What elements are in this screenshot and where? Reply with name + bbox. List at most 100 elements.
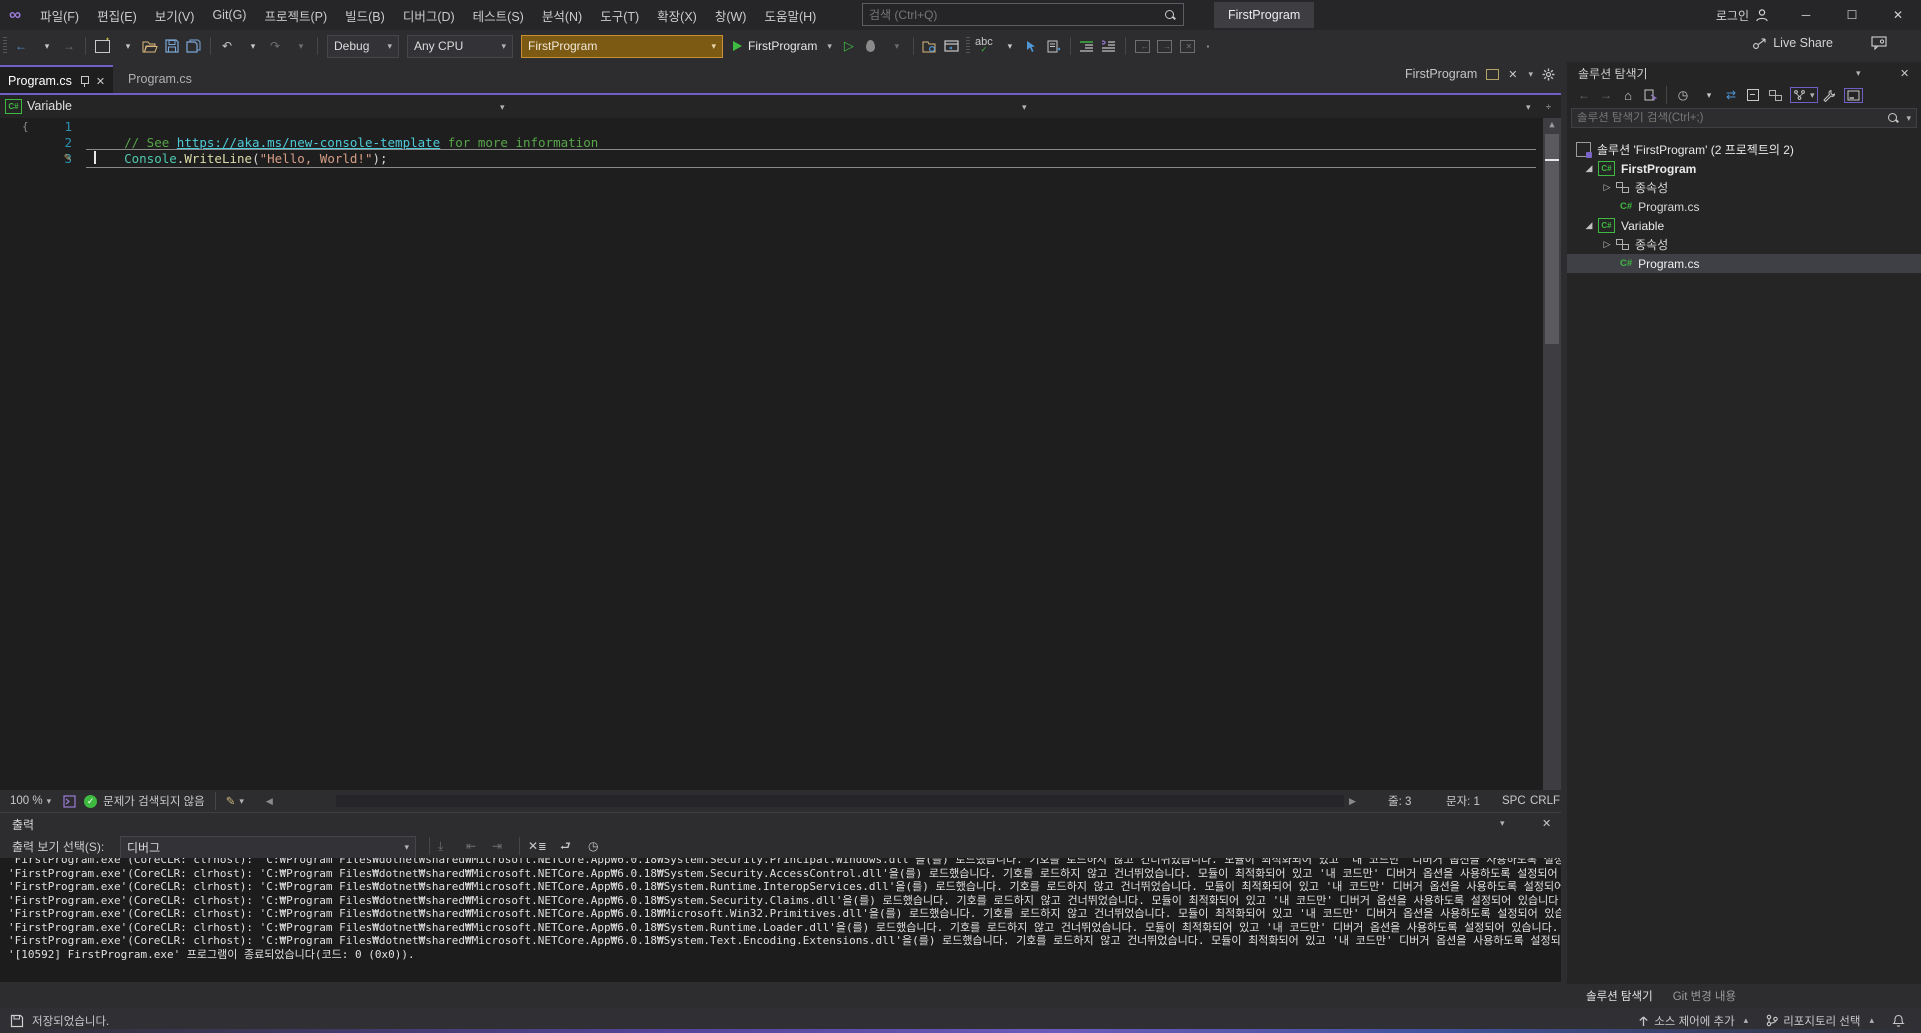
tree-row-dependencies[interactable]: ▷ 종속성	[1567, 178, 1921, 197]
scroll-right-icon[interactable]: ▶	[1349, 796, 1356, 807]
pending-changes-filter-icon[interactable]: ◷	[1672, 83, 1694, 107]
collapsed-icon[interactable]: ▷	[1602, 239, 1612, 250]
tab-solution-explorer[interactable]: 솔루션 탐색기	[1576, 988, 1663, 1004]
menu-tools[interactable]: 도구(T)	[591, 0, 648, 30]
document-health-label[interactable]: 문제가 검색되지 않음	[103, 793, 205, 809]
properties-wrench-icon[interactable]	[1818, 83, 1840, 107]
menu-project[interactable]: 프로젝트(P)	[255, 0, 336, 30]
window-list-chevron-icon[interactable]: ▾	[1528, 69, 1533, 80]
collapsed-icon[interactable]: ▷	[1602, 182, 1612, 193]
zoom-chevron-icon[interactable]: ▾	[47, 796, 52, 807]
tab-program-cs-active[interactable]: Program.cs ✕	[0, 65, 114, 95]
clear-bookmarks-button[interactable]: ✕	[1175, 34, 1197, 58]
solution-search-input[interactable]	[1572, 112, 1889, 124]
type-chevron-icon[interactable]: ▾	[1022, 102, 1027, 113]
interactive-window-icon[interactable]	[63, 794, 76, 808]
tree-row-dependencies[interactable]: ▷ 종속성	[1567, 235, 1921, 254]
live-share-button[interactable]: Live Share	[1752, 36, 1833, 50]
tree-row-project-firstprogram[interactable]: ◢ C# FirstProgram	[1567, 159, 1921, 178]
login-button[interactable]: 로그인	[1716, 0, 1769, 30]
expanded-icon[interactable]: ◢	[1584, 163, 1594, 174]
editor-horizontal-scrollbar[interactable]	[336, 795, 1344, 807]
open-file-button[interactable]	[139, 34, 161, 58]
start-without-debugging-button[interactable]: ▷	[838, 34, 860, 58]
menu-window[interactable]: 창(W)	[706, 0, 756, 30]
startup-project-dropdown[interactable]: FirstProgram ▾	[521, 34, 723, 58]
back-icon[interactable]: ←	[1573, 83, 1595, 107]
save-all-button[interactable]	[183, 34, 205, 58]
toolbar-grip[interactable]	[3, 37, 7, 55]
global-search-box[interactable]	[862, 3, 1184, 26]
close-button[interactable]: ✕	[1875, 0, 1921, 30]
split-window-handle[interactable]: ÷	[1546, 102, 1551, 112]
document-outline-button[interactable]	[1043, 34, 1065, 58]
close-tab-icon[interactable]: ✕	[96, 75, 105, 88]
navigate-back-chevron-icon[interactable]: ▾	[36, 34, 58, 58]
decrease-indent-button[interactable]	[1076, 34, 1098, 58]
scroll-left-icon[interactable]: ◀	[266, 796, 273, 807]
close-document-icon[interactable]: ✕	[1508, 68, 1517, 81]
output-source-dropdown[interactable]: 디버그 ▾	[120, 836, 416, 859]
pin-icon[interactable]	[80, 75, 89, 87]
scroll-up-icon[interactable]: ▲	[1543, 120, 1561, 130]
window-layout-button[interactable]	[941, 34, 963, 58]
next-bookmark-button[interactable]: →	[1153, 34, 1175, 58]
undo-chevron-icon[interactable]: ▾	[242, 34, 264, 58]
quick-action-pen-icon[interactable]: ✎	[64, 150, 71, 164]
new-project-button[interactable]: *	[91, 34, 113, 58]
filter-chevron-icon[interactable]: ▾	[1698, 83, 1720, 107]
spell-checker-chevron-icon[interactable]: ▾	[999, 34, 1021, 58]
menu-test[interactable]: 테스트(S)	[464, 0, 533, 30]
menu-analyze[interactable]: 분석(N)	[533, 0, 591, 30]
minimize-button[interactable]: ─	[1783, 0, 1829, 30]
navigate-backward-button[interactable]: ←	[10, 34, 32, 58]
hot-reload-chevron-icon[interactable]: ▾	[886, 34, 908, 58]
find-in-files-button[interactable]	[919, 34, 941, 58]
editor-vertical-scrollbar[interactable]: ▲	[1543, 118, 1561, 790]
redo-button[interactable]: ↷	[264, 34, 286, 58]
nested-files-icon[interactable]	[1764, 83, 1786, 107]
toolbar-overflow-button[interactable]: ▪	[1197, 34, 1219, 58]
switch-views-icon[interactable]	[1639, 83, 1661, 107]
scrollbar-thumb[interactable]	[1545, 134, 1559, 344]
output-text-area[interactable]: 'FirstProgram.exe'(CoreCLR: clrhost): 'C…	[0, 858, 1561, 982]
solution-explorer-search-box[interactable]: ▾	[1571, 108, 1917, 128]
redo-chevron-icon[interactable]: ▾	[290, 34, 312, 58]
jump-to-message-icon[interactable]: ⤓	[438, 840, 443, 852]
preview-selected-items-button[interactable]	[1843, 87, 1863, 103]
code-cleanup-pen-icon[interactable]: ✎	[226, 794, 236, 808]
menu-edit[interactable]: 편집(E)	[88, 0, 146, 30]
gear-icon[interactable]	[1542, 68, 1555, 81]
feedback-button[interactable]	[1871, 36, 1887, 50]
maximize-button[interactable]: ☐	[1829, 0, 1875, 30]
type-dropdown[interactable]	[517, 95, 1036, 117]
code-editor[interactable]: { 1 2 3 // See https://aka.ms/new-consol…	[0, 118, 1561, 790]
member-dropdown[interactable]	[1037, 95, 1540, 117]
tree-row-solution[interactable]: 솔루션 'FirstProgram' (2 프로젝트의 2)	[1567, 140, 1921, 159]
start-debugging-button[interactable]: FirstProgram ▾	[727, 34, 838, 58]
home-icon[interactable]: ⌂	[1617, 83, 1639, 107]
member-chevron-icon[interactable]: ▾	[1526, 102, 1531, 113]
expanded-icon[interactable]: ◢	[1584, 220, 1594, 231]
toolbar-grip[interactable]	[965, 37, 970, 55]
solution-explorer-header[interactable]: 솔루션 탐색기 ▾ ✕	[1567, 62, 1921, 84]
previous-bookmark-button[interactable]: ←	[1131, 34, 1153, 58]
new-project-chevron-icon[interactable]: ▾	[117, 34, 139, 58]
hot-reload-button[interactable]	[860, 34, 882, 58]
line-ending-indicator[interactable]: CRLF	[1530, 790, 1560, 812]
close-panel-icon[interactable]: ✕	[1542, 817, 1551, 830]
spell-checker-button[interactable]: abc ✓	[973, 34, 995, 58]
clear-all-icon[interactable]: ✕≣	[528, 840, 546, 853]
solution-configuration-dropdown[interactable]: Debug ▾	[327, 34, 399, 58]
window-position-chevron-icon[interactable]: ▾	[1500, 818, 1505, 829]
search-options-chevron-icon[interactable]: ▾	[1906, 113, 1911, 124]
tab-program-cs-inactive[interactable]: Program.cs	[120, 65, 200, 93]
previous-message-icon[interactable]: ⇤	[466, 840, 476, 852]
clock-icon[interactable]: ◷	[588, 840, 598, 852]
forward-icon[interactable]: →	[1595, 83, 1617, 107]
save-button[interactable]	[161, 34, 183, 58]
menu-git[interactable]: Git(G)	[203, 0, 255, 30]
window-position-chevron-icon[interactable]: ▾	[1856, 68, 1861, 79]
column-indicator[interactable]: 문자: 1	[1446, 790, 1480, 812]
solution-platform-dropdown[interactable]: Any CPU ▾	[407, 34, 513, 58]
